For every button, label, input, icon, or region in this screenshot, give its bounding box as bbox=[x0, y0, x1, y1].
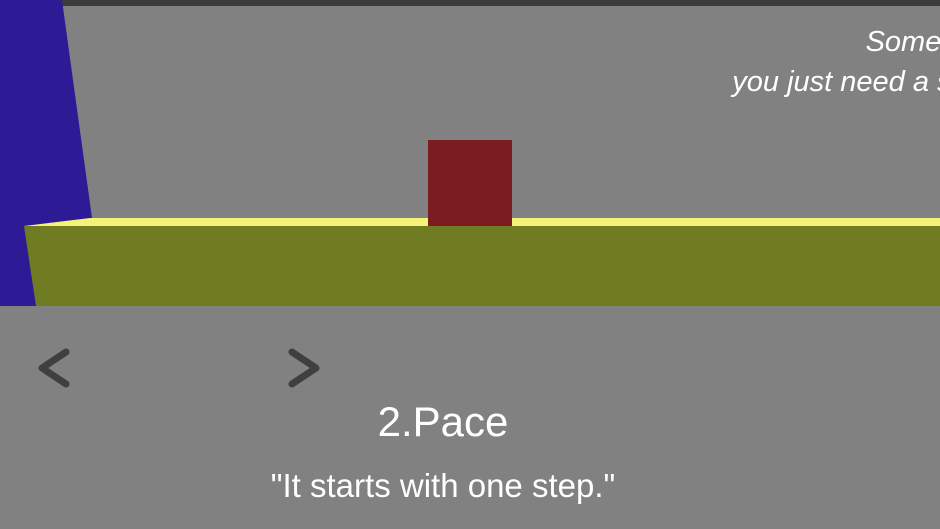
player-block bbox=[428, 140, 512, 226]
previous-level-button[interactable] bbox=[24, 338, 84, 398]
next-level-button[interactable] bbox=[274, 338, 334, 398]
level-title: 2.Pace bbox=[377, 398, 509, 445]
game-screen: Sometim you just need a sl 2.Pace "It st… bbox=[0, 0, 940, 529]
chevron-right-icon bbox=[288, 348, 320, 388]
hint-line-1: Sometim bbox=[865, 26, 940, 58]
level-quote: "It starts with one step." bbox=[270, 467, 616, 504]
platform-front-face bbox=[24, 226, 940, 306]
hint-text: Sometim you just need a sl bbox=[732, 22, 940, 102]
chevron-left-icon bbox=[38, 348, 70, 388]
hint-line-2: you just need a sl bbox=[732, 66, 940, 98]
